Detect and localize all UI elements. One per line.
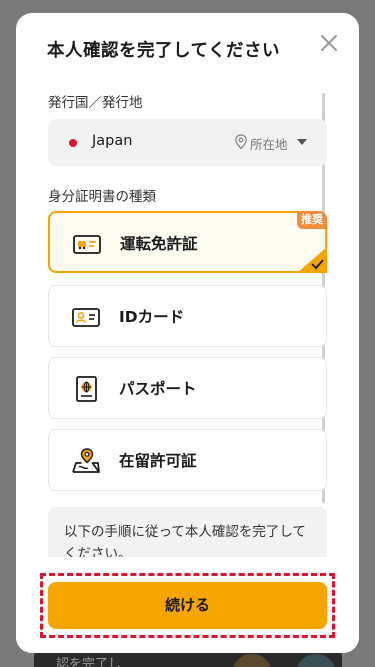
doc-option-label: 運転免許証	[120, 235, 198, 253]
modal-title: 本人確認を完了してください	[47, 41, 280, 61]
location-label: 所在地	[250, 137, 288, 152]
background-avatar	[296, 654, 336, 667]
recommended-badge: 推奨	[297, 211, 327, 229]
background-page: 認を完了し	[34, 652, 342, 667]
caret-down-icon	[297, 139, 307, 145]
japan-flag-icon	[69, 139, 77, 147]
doc-option-label: 在留許可証	[119, 452, 197, 470]
residence-permit-icon	[72, 448, 100, 473]
id-card-icon	[72, 308, 100, 327]
doc-option-passport[interactable]: パスポート	[48, 357, 327, 419]
location-pin-icon	[235, 134, 247, 150]
document-section-label: 身分証明書の種類	[48, 189, 156, 205]
driver-license-icon	[73, 235, 101, 254]
selected-check-icon	[297, 247, 327, 273]
doc-option-label: パスポート	[119, 380, 197, 398]
passport-icon	[76, 376, 97, 402]
country-select[interactable]: Japan 所在地	[48, 119, 327, 166]
doc-option-id-card[interactable]: IDカード	[48, 285, 327, 347]
background-avatar	[232, 654, 272, 667]
modal-scroll-area[interactable]: 発行国／発行地 Japan 所在地 身分証明書の種類 運転免許証 推奨 IDカー…	[16, 83, 359, 557]
doc-option-driver-license[interactable]: 運転免許証 推奨	[48, 211, 327, 273]
instruction-note: 以下の手順に従って本人確認を完了してください。	[48, 507, 327, 557]
instruction-text: 以下の手順に従って本人確認を完了してください。	[64, 524, 306, 557]
country-value: Japan	[92, 133, 133, 149]
modal-footer: 続ける	[16, 557, 359, 653]
country-section-label: 発行国／発行地	[48, 95, 143, 111]
background-text: 認を完了し	[56, 657, 122, 667]
continue-button[interactable]: 続ける	[48, 582, 327, 629]
close-icon	[321, 35, 337, 51]
doc-option-residence-permit[interactable]: 在留許可証	[48, 429, 327, 491]
verification-modal: 本人確認を完了してください 発行国／発行地 Japan 所在地 身分証明書の種類	[16, 13, 359, 653]
close-button[interactable]	[317, 31, 341, 55]
doc-option-label: IDカード	[119, 308, 185, 326]
